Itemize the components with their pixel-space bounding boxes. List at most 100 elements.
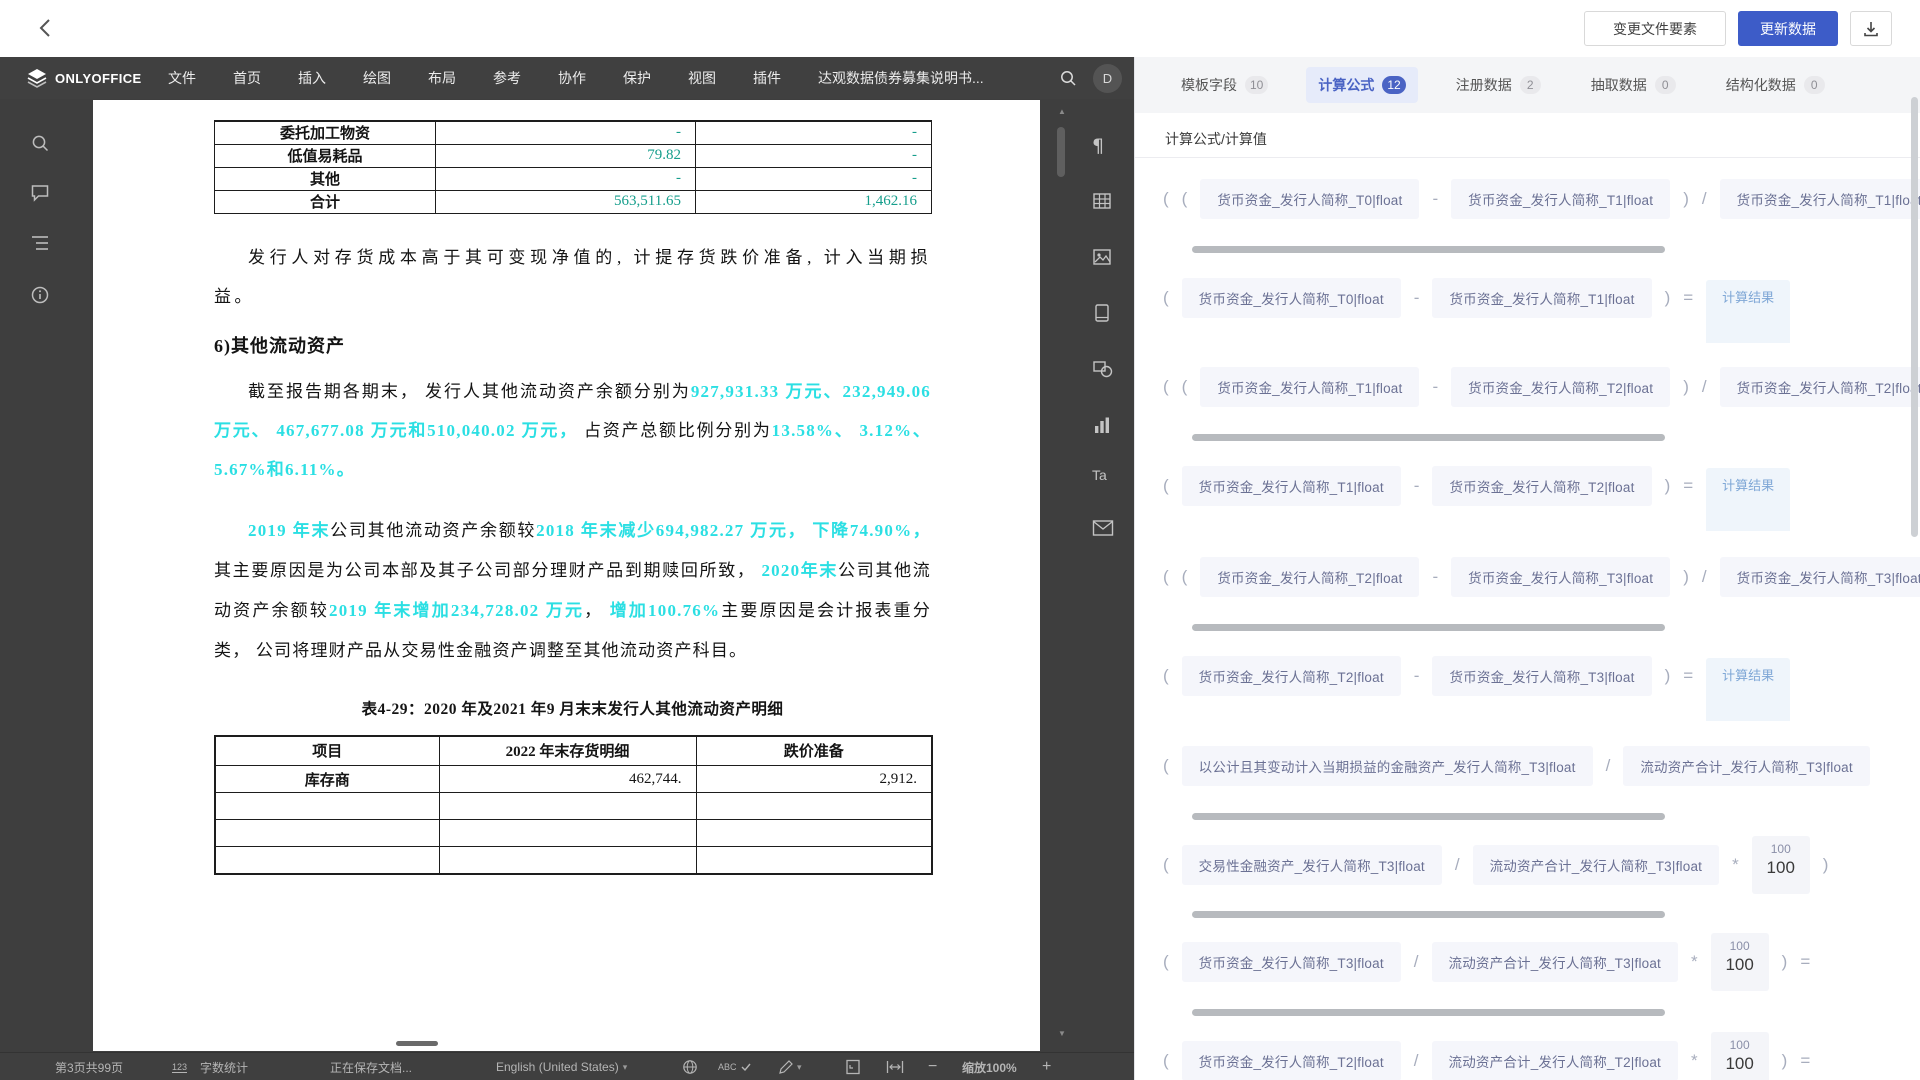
- field-pill[interactable]: 货币资金_发行人简称_T2|float: [1720, 367, 1920, 407]
- value-cell[interactable]: [439, 820, 696, 847]
- row-label-cell[interactable]: [215, 793, 439, 820]
- value-cell[interactable]: 1,462.16: [696, 190, 932, 213]
- doc-scroll-up-icon[interactable]: ▲: [1058, 107, 1066, 116]
- doc-vertical-scrollbar[interactable]: [1057, 127, 1065, 177]
- constant-100-box[interactable]: 100100: [1752, 836, 1810, 894]
- set-language-globe-icon[interactable]: [682, 1053, 698, 1080]
- constant-100-box[interactable]: 100100: [1711, 933, 1769, 991]
- value-cell[interactable]: 462,744.: [439, 766, 696, 793]
- field-pill[interactable]: 交易性金融资产_发行人简称_T3|float: [1182, 845, 1442, 885]
- language-selector[interactable]: English (United States)▾: [496, 1053, 627, 1080]
- menu-item[interactable]: 布局: [428, 68, 456, 88]
- row-label-cell[interactable]: 委托加工物资: [215, 121, 436, 144]
- download-button[interactable]: [1850, 11, 1892, 46]
- about-info-icon[interactable]: [30, 285, 50, 305]
- comments-icon[interactable]: [30, 183, 50, 203]
- value-cell[interactable]: -: [696, 167, 932, 190]
- menu-item[interactable]: 文件: [168, 68, 196, 88]
- textart-settings-icon[interactable]: Ta: [1092, 467, 1107, 485]
- field-pill[interactable]: 货币资金_发行人简称_T1|float: [1432, 278, 1651, 318]
- menu-item[interactable]: 插入: [298, 68, 326, 88]
- spellcheck-icon[interactable]: ABC: [718, 1053, 751, 1080]
- tab-抽取数据[interactable]: 抽取数据0: [1579, 67, 1688, 103]
- field-pill[interactable]: 货币资金_发行人简称_T3|float: [1432, 656, 1651, 696]
- field-pill[interactable]: 货币资金_发行人简称_T3|float: [1720, 557, 1920, 597]
- row-label-cell[interactable]: 其他: [215, 167, 436, 190]
- doc-scroll-down-icon[interactable]: ▼: [1058, 1029, 1066, 1038]
- value-cell[interactable]: -: [436, 121, 696, 144]
- field-pill[interactable]: 流动资产合计_发行人简称_T3|float: [1623, 746, 1870, 786]
- menu-item[interactable]: 协作: [558, 68, 586, 88]
- field-pill[interactable]: 货币资金_发行人简称_T2|float: [1432, 466, 1651, 506]
- track-changes-icon[interactable]: ▾: [778, 1053, 802, 1080]
- calc-result-box[interactable]: 计算结果: [1706, 468, 1790, 531]
- word-count-icon[interactable]: 123: [172, 1053, 187, 1080]
- table-settings-icon[interactable]: [1092, 191, 1112, 211]
- change-file-elements-button[interactable]: 变更文件要素: [1584, 11, 1726, 46]
- field-pill[interactable]: 货币资金_发行人简称_T0|float: [1200, 179, 1419, 219]
- value-cell[interactable]: -: [696, 121, 932, 144]
- field-pill[interactable]: 流动资产合计_发行人简称_T3|float: [1473, 845, 1720, 885]
- tab-模板字段[interactable]: 模板字段10: [1169, 67, 1280, 103]
- row-label-cell[interactable]: 低值易耗品: [215, 144, 436, 167]
- menu-item[interactable]: 保护: [623, 68, 651, 88]
- value-cell[interactable]: [439, 793, 696, 820]
- zoom-in-button[interactable]: +: [1042, 1053, 1051, 1080]
- mail-merge-icon[interactable]: [1092, 519, 1114, 537]
- zoom-out-button[interactable]: −: [928, 1053, 937, 1080]
- word-count-label[interactable]: 字数统计: [200, 1053, 248, 1080]
- field-pill[interactable]: 以公计且其变动计入当期损益的金融资产_发行人简称_T3|float: [1182, 746, 1593, 786]
- value-cell[interactable]: 2,912.: [696, 766, 932, 793]
- page-indicator[interactable]: 第3页共99页: [55, 1053, 123, 1080]
- menu-item[interactable]: 视图: [688, 68, 716, 88]
- row-label-cell[interactable]: 合计: [215, 190, 436, 213]
- calc-result-box[interactable]: 计算结果: [1706, 658, 1790, 721]
- update-data-button[interactable]: 更新数据: [1738, 11, 1838, 46]
- horizontal-scrollbar[interactable]: [1192, 813, 1665, 820]
- horizontal-scrollbar[interactable]: [1192, 1009, 1665, 1016]
- value-cell[interactable]: 79.82: [436, 144, 696, 167]
- value-cell[interactable]: 563,511.65: [436, 190, 696, 213]
- tab-结构化数据[interactable]: 结构化数据0: [1714, 67, 1837, 103]
- field-pill[interactable]: 货币资金_发行人简称_T2|float: [1182, 1041, 1401, 1080]
- row-label-cell[interactable]: [215, 847, 439, 874]
- field-pill[interactable]: 流动资产合计_发行人简称_T3|float: [1432, 942, 1679, 982]
- horizontal-scrollbar[interactable]: [1192, 434, 1665, 441]
- constant-100-box[interactable]: 100100: [1711, 1032, 1769, 1080]
- paragraph-settings-icon[interactable]: ¶: [1092, 135, 1104, 157]
- panel-vertical-scrollbar[interactable]: [1911, 97, 1918, 537]
- shape-settings-icon[interactable]: [1092, 359, 1114, 379]
- field-pill[interactable]: 货币资金_发行人简称_T1|float: [1451, 179, 1670, 219]
- back-icon[interactable]: [32, 14, 60, 42]
- field-pill[interactable]: 货币资金_发行人简称_T2|float: [1182, 656, 1401, 696]
- menu-item[interactable]: 绘图: [363, 68, 391, 88]
- find-icon[interactable]: [30, 133, 50, 153]
- fit-width-icon[interactable]: [886, 1053, 904, 1080]
- fit-page-icon[interactable]: [845, 1053, 861, 1080]
- field-pill[interactable]: 货币资金_发行人简称_T3|float: [1182, 942, 1401, 982]
- chart-settings-icon[interactable]: [1092, 415, 1112, 435]
- menu-item[interactable]: 参考: [493, 68, 521, 88]
- horizontal-scrollbar[interactable]: [1192, 246, 1665, 253]
- value-cell[interactable]: [696, 847, 932, 874]
- document-page[interactable]: 委托加工物资--低值易耗品79.82-其他--合计563,511.651,462…: [93, 100, 1040, 1051]
- value-cell[interactable]: [439, 847, 696, 874]
- field-pill[interactable]: 货币资金_发行人简称_T2|float: [1451, 367, 1670, 407]
- calc-result-box[interactable]: 计算结果: [1706, 280, 1790, 343]
- field-pill[interactable]: 货币资金_发行人简称_T0|float: [1182, 278, 1401, 318]
- menu-item[interactable]: 首页: [233, 68, 261, 88]
- field-pill[interactable]: 货币资金_发行人简称_T1|float: [1200, 367, 1419, 407]
- value-cell[interactable]: -: [436, 167, 696, 190]
- navigation-headings-icon[interactable]: [30, 233, 50, 253]
- value-cell[interactable]: [696, 820, 932, 847]
- value-cell[interactable]: [696, 793, 932, 820]
- horizontal-scrollbar[interactable]: [1192, 624, 1665, 631]
- menu-item[interactable]: 插件: [753, 68, 781, 88]
- field-pill[interactable]: 货币资金_发行人简称_T1|float: [1720, 179, 1920, 219]
- search-icon[interactable]: [1059, 69, 1077, 87]
- field-pill[interactable]: 流动资产合计_发行人简称_T2|float: [1432, 1041, 1679, 1080]
- image-settings-icon[interactable]: [1092, 247, 1112, 267]
- row-label-cell[interactable]: [215, 820, 439, 847]
- field-pill[interactable]: 货币资金_发行人简称_T2|float: [1200, 557, 1419, 597]
- value-cell[interactable]: -: [696, 144, 932, 167]
